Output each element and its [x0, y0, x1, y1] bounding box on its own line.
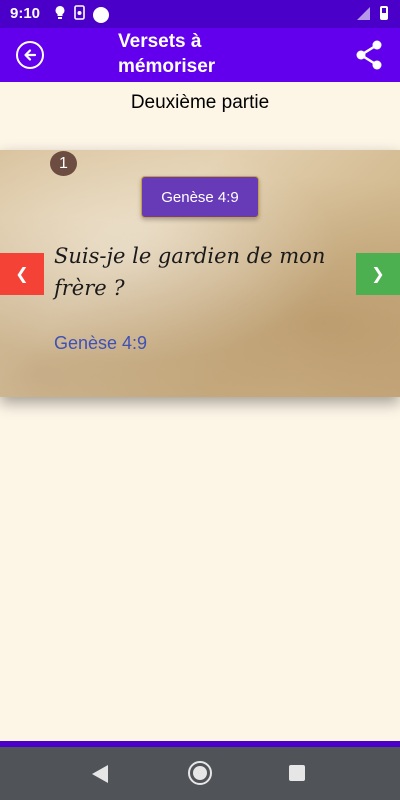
verse-counter-badge: 1 [50, 151, 77, 176]
signal-icon [357, 6, 370, 20]
p-icon: P [93, 6, 109, 23]
status-system-icons [357, 6, 388, 20]
home-icon[interactable] [188, 761, 212, 785]
next-verse-button[interactable]: ❯ [356, 253, 400, 295]
app-title: Versets à mémoriser [118, 31, 216, 77]
chevron-left-icon: ❮ [15, 266, 29, 283]
share-button[interactable] [352, 39, 386, 71]
verse-reference-link[interactable]: Genèse 4:9 [54, 333, 147, 354]
battery-icon [380, 6, 388, 20]
previous-verse-button[interactable]: ❮ [0, 253, 44, 295]
phone-icon [74, 5, 85, 24]
share-icon [356, 40, 382, 70]
lightbulb-icon [54, 5, 66, 24]
app-bar: Versets à mémoriser [0, 28, 400, 82]
verse-text: Suis-je le gardien de mon frère ? [54, 244, 326, 300]
status-bar: 9:10 P [0, 0, 400, 28]
section-title: Deuxième partie [130, 92, 270, 113]
back-arrow-icon [24, 49, 37, 61]
chevron-right-icon: ❯ [371, 266, 385, 283]
recents-icon[interactable] [289, 765, 305, 781]
home-icon-inner [193, 766, 207, 780]
status-time: 9:10 [10, 5, 41, 22]
back-button[interactable] [16, 41, 44, 69]
reference-button[interactable]: Genèse 4:9 [141, 176, 259, 218]
back-icon[interactable] [92, 765, 108, 783]
status-notification-icons: P [54, 5, 109, 24]
